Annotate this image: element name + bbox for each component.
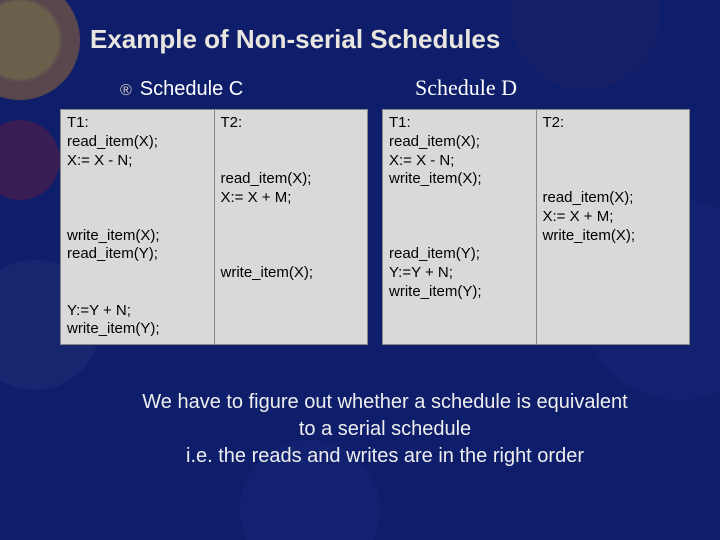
bullet-icon: ® (120, 82, 132, 100)
schedule-c-t1: T1: read_item(X); X:= X - N; write_item(… (61, 110, 215, 344)
schedule-d-panel: T1: read_item(X); X:= X - N; write_item(… (382, 109, 690, 345)
slide-title: Example of Non-serial Schedules (90, 24, 680, 55)
label-text: Schedule C (140, 78, 243, 101)
footer-line-3: i.e. the reads and writes are in the rig… (120, 443, 650, 470)
footer-text: We have to figure out whether a schedule… (90, 389, 680, 470)
schedule-c-t2: T2: read_item(X); X:= X + M; write_item(… (215, 110, 368, 344)
schedule-d-t2: T2: read_item(X); X:= X + M; write_item(… (537, 110, 690, 344)
schedule-c-panel: T1: read_item(X); X:= X - N; write_item(… (60, 109, 368, 345)
label-schedule-d: Schedule D (415, 75, 517, 101)
schedule-d-t1: T1: read_item(X); X:= X - N; write_item(… (383, 110, 537, 344)
footer-line-1: We have to figure out whether a schedule… (120, 389, 650, 416)
slide-content: Example of Non-serial Schedules ® Schedu… (0, 0, 720, 540)
schedule-panels: T1: read_item(X); X:= X - N; write_item(… (60, 109, 690, 345)
footer-line-2: to a serial schedule (120, 416, 650, 443)
label-schedule-c: ® Schedule C (120, 78, 395, 101)
schedule-labels: ® Schedule C Schedule D (120, 75, 680, 101)
